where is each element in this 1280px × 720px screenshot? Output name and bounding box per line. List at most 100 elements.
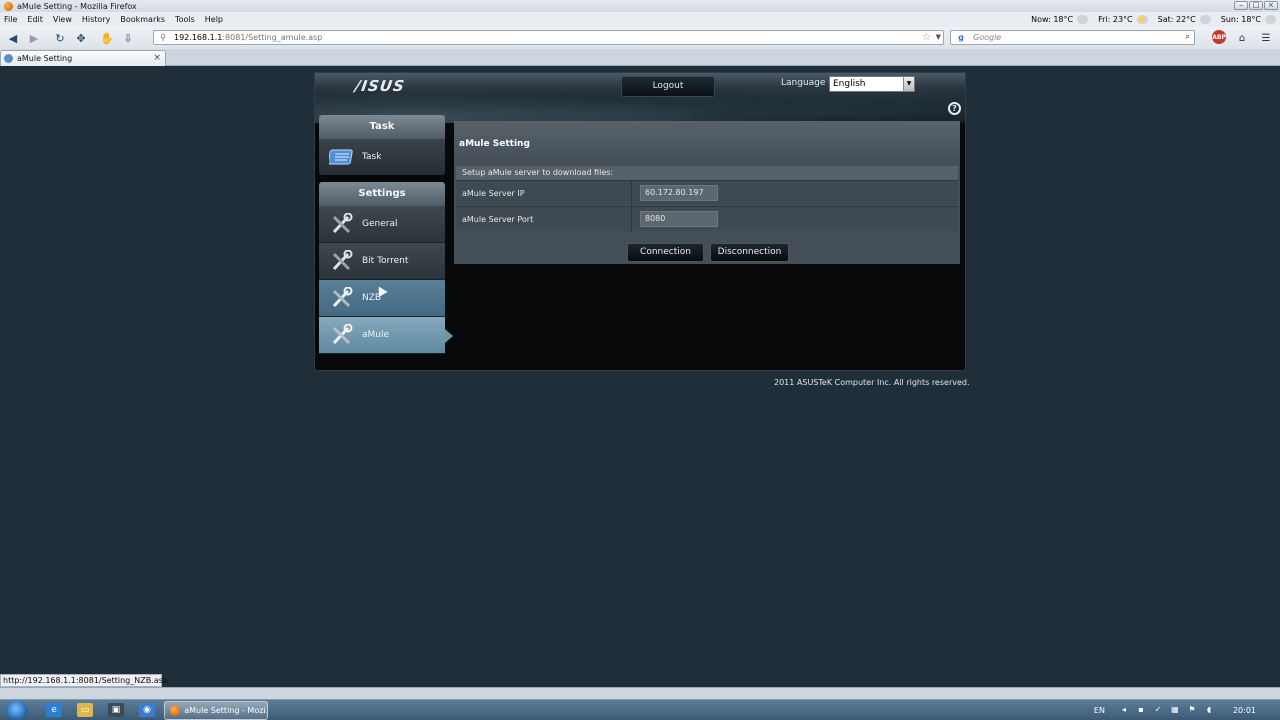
menu-tools[interactable]: Tools (175, 15, 195, 24)
search-bar[interactable]: g Google ⌕ (950, 30, 1195, 45)
volume-icon[interactable]: ◖ (1204, 705, 1214, 715)
sidebar-item-general[interactable]: General (319, 206, 445, 243)
disconnection-button[interactable]: Disconnection (710, 243, 789, 262)
sidebar-item-task[interactable]: Task (319, 139, 445, 175)
asus-download-master: /ISUS Logout Language English ▼ ? Task T… (314, 72, 966, 371)
url-dropdown-icon[interactable]: ▼ (936, 33, 941, 41)
site-identity-icon[interactable]: ⚲ (158, 33, 168, 43)
window-titlebar: aMule Setting - Mozilla Firefox – □ × (0, 0, 1280, 12)
tray-network-icon[interactable]: ▦ (1170, 705, 1180, 715)
close-window-button[interactable]: × (1264, 1, 1278, 10)
search-placeholder: Google (973, 33, 1002, 42)
sidebar-item-bittorrent[interactable]: Bit Torrent (319, 243, 445, 280)
menu-edit[interactable]: Edit (27, 15, 43, 24)
server-port-input[interactable]: 8080 (640, 211, 718, 227)
firefox-icon (4, 1, 13, 11)
sidebar-item-label: Task (362, 152, 382, 162)
input-language[interactable]: EN (1094, 706, 1105, 715)
browser-status-bar (0, 687, 1280, 699)
tray-shield-icon[interactable]: ✓ (1153, 705, 1163, 715)
tray-app-icon[interactable]: ▪ (1136, 705, 1146, 715)
windows-taskbar: e ▭ ▣ ◉ aMule Setting - Mozi... EN ◂ ▪ ✓… (0, 699, 1280, 720)
maximize-button[interactable]: □ (1249, 1, 1263, 10)
system-tray: EN ◂ ▪ ✓ ▦ ⚑ ◖ 20:01 (1094, 700, 1280, 720)
menu-icon[interactable]: ☰ (1258, 30, 1274, 46)
server-ip-label: aMule Server IP (462, 181, 632, 206)
tools-icon (329, 324, 355, 346)
cloud-icon (1199, 15, 1211, 24)
sidebar-task-title: Task (319, 115, 445, 139)
menu-history[interactable]: History (82, 15, 110, 24)
language-value: English (833, 79, 866, 89)
status-link-preview: http://192.168.1.1:8081/Setting_NZB.asp (0, 674, 168, 687)
server-port-row: aMule Server Port 8080 (456, 206, 958, 232)
minimize-button[interactable]: – (1234, 1, 1248, 10)
menu-view[interactable]: View (53, 15, 72, 24)
tray-flag-icon[interactable]: ⚑ (1187, 705, 1197, 715)
panel-title: aMule Setting (454, 121, 960, 161)
language-select[interactable]: English ▼ (829, 76, 915, 92)
url-path: :8081/Setting_amule.asp (222, 33, 323, 42)
menu-file[interactable]: File (4, 15, 17, 24)
weather-fri[interactable]: Fri: 23°C (1098, 15, 1148, 24)
menu-bar: File Edit View History Bookmarks Tools H… (0, 12, 1280, 27)
stop-button[interactable]: ✥ (73, 30, 89, 46)
ie-icon[interactable]: e (46, 703, 62, 717)
media-icon[interactable]: ▣ (108, 703, 124, 717)
help-icon[interactable]: ? (948, 102, 961, 115)
sidebar-item-label: Bit Torrent (362, 256, 409, 266)
globe-icon[interactable]: ◉ (139, 703, 155, 717)
explorer-icon[interactable]: ▭ (77, 703, 93, 717)
address-bar[interactable]: ⚲ 192.168.1.1:8081/Setting_amule.asp ☆ ▼ (153, 30, 944, 45)
start-button[interactable] (6, 701, 28, 720)
server-port-label: aMule Server Port (462, 207, 632, 232)
tools-icon (329, 213, 355, 235)
tab-label: aMule Setting (17, 54, 73, 63)
tools-icon (329, 250, 355, 272)
back-button[interactable]: ◀ (5, 30, 21, 46)
asus-logo: /ISUS (353, 77, 407, 95)
addon-icon[interactable]: ✋ (99, 30, 115, 46)
tab-amule-setting[interactable]: aMule Setting × (0, 50, 166, 66)
search-icon[interactable]: ⌕ (1185, 32, 1190, 42)
taskbar-firefox-task[interactable]: aMule Setting - Mozi... (164, 701, 268, 720)
menu-bookmarks[interactable]: Bookmarks (120, 15, 165, 24)
url-host: 192.168.1.1 (174, 33, 223, 42)
menu-help[interactable]: Help (205, 15, 223, 24)
server-ip-row: aMule Server IP 60.172.80.197 (456, 180, 958, 206)
page-favicon-icon (4, 54, 13, 63)
close-statusbar-icon[interactable]: × (4, 688, 11, 697)
tray-arrow-icon[interactable]: ◂ (1119, 705, 1129, 715)
weather-sun[interactable]: Sun: 18°C (1221, 15, 1276, 24)
toolbar-right: ABP ⌂ ☰ (1212, 30, 1274, 46)
connection-button[interactable]: Connection (627, 243, 704, 262)
google-engine-icon[interactable]: g (955, 33, 967, 43)
server-ip-input[interactable]: 60.172.80.197 (640, 185, 718, 201)
download-icon[interactable]: ⇩ (120, 30, 136, 46)
close-tab-icon[interactable]: × (153, 53, 161, 63)
sidebar-item-label: General (362, 219, 398, 229)
sidebar-item-label: aMule (362, 330, 390, 340)
sidebar-settings-title: Settings (319, 182, 445, 206)
weather-sat[interactable]: Sat: 22°C (1158, 15, 1211, 24)
sidebar-task-group: Task Task (319, 115, 445, 175)
firefox-icon (170, 705, 181, 716)
window-title: aMule Setting - Mozilla Firefox (17, 1, 137, 11)
chevron-down-icon[interactable]: ▼ (903, 77, 914, 91)
forward-button[interactable]: ▶ (26, 30, 42, 46)
tab-strip: aMule Setting × (0, 49, 1280, 66)
reload-button[interactable]: ↻ (52, 30, 68, 46)
adblock-icon[interactable]: ABP (1212, 30, 1226, 44)
clock[interactable]: 20:01 (1233, 706, 1256, 715)
cloud-icon (1265, 15, 1276, 24)
panel-description: Setup aMule server to download files: (456, 166, 958, 180)
bookmark-star-icon[interactable]: ☆ (922, 32, 931, 43)
sidebar: Task Task Settings General Bit Torrent N… (319, 115, 453, 354)
window-controls: – □ × (1234, 1, 1278, 10)
cloud-icon (1077, 15, 1089, 24)
home-icon[interactable]: ⌂ (1234, 30, 1250, 46)
taskbar-task-label: aMule Setting - Mozi... (184, 706, 267, 715)
weather-now[interactable]: Now: 18°C (1031, 15, 1089, 24)
logout-button[interactable]: Logout (621, 76, 715, 97)
sidebar-item-amule[interactable]: aMule (319, 317, 453, 354)
